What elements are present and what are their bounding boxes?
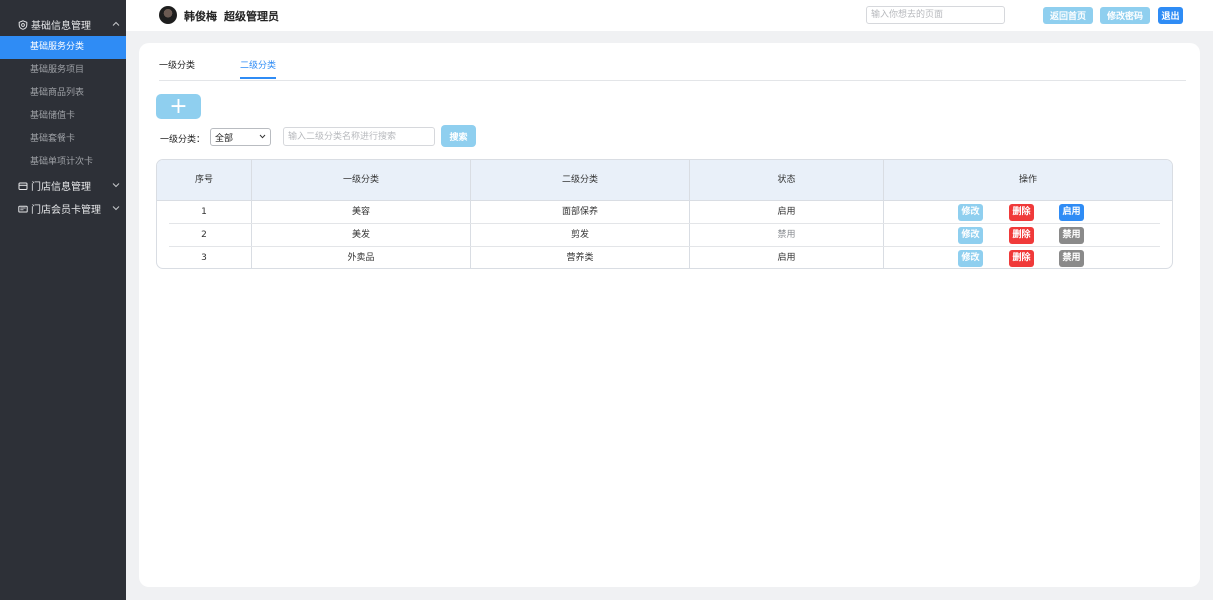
chevron-down-icon: [106, 181, 126, 191]
menu-group-label: 门店信息管理: [31, 182, 91, 193]
sidebar-item-product-list[interactable]: 基础商品列表: [0, 82, 126, 105]
cell-level2: 剪发: [471, 224, 690, 247]
edit-button[interactable]: 修改: [958, 227, 983, 244]
cell-actions: 修改 删除 禁用: [884, 224, 1172, 247]
cell-level2: 面部保养: [471, 201, 690, 224]
sidebar-item-service-project[interactable]: 基础服务项目: [0, 59, 126, 82]
cell-actions: 修改 删除 禁用: [884, 247, 1172, 268]
table-row: 2 美发 剪发 禁用 修改 删除 禁用: [157, 224, 1172, 247]
cell-index: 2: [157, 224, 252, 247]
delete-button[interactable]: 删除: [1009, 227, 1034, 244]
add-button[interactable]: +: [156, 94, 201, 119]
store-icon: [18, 181, 28, 191]
sidebar-item-stored-value-card[interactable]: 基础储值卡: [0, 105, 126, 128]
cell-level1: 美发: [252, 224, 471, 247]
sidebar: 基础信息管理 基础服务分类 基础服务项目 基础商品列表 基础储值卡 基础套餐卡 …: [0, 0, 126, 600]
user-role: 超级管理员: [224, 10, 279, 23]
menu-group-store-info[interactable]: 门店信息管理: [0, 174, 126, 197]
cell-index: 3: [157, 247, 252, 268]
level1-filter-label: 一级分类：: [160, 135, 206, 145]
toggle-status-button[interactable]: 禁用: [1059, 250, 1084, 267]
cell-status: 启用: [690, 247, 884, 268]
tab-level1-category[interactable]: 一级分类: [159, 58, 195, 77]
top-header: 韩俊梅 超级管理员 返回首页 修改密码 退出: [126, 0, 1213, 31]
column-header-level2: 二级分类: [471, 160, 690, 201]
sidebar-item-service-category[interactable]: 基础服务分类: [0, 36, 126, 59]
table-row: 3 外卖品 营养类 启用 修改 删除 禁用: [157, 247, 1172, 268]
delete-button[interactable]: 删除: [1009, 204, 1034, 221]
toggle-status-button[interactable]: 禁用: [1059, 227, 1084, 244]
toggle-status-button[interactable]: 启用: [1059, 204, 1084, 221]
cell-level2: 营养类: [471, 247, 690, 268]
logout-button[interactable]: 退出: [1158, 7, 1183, 24]
user-name: 韩俊梅: [184, 10, 217, 23]
column-header-index: 序号: [157, 160, 252, 201]
column-header-status: 状态: [690, 160, 884, 201]
table-row: 1 美容 面部保养 启用 修改 删除 启用: [157, 201, 1172, 224]
avatar[interactable]: [159, 6, 177, 24]
menu-group-label: 基础信息管理: [31, 21, 91, 32]
main-card: 一级分类 二级分类 + 一级分类： 全部 搜索 序号 一级分类 二级分类 状态 …: [139, 43, 1200, 587]
search-button[interactable]: 搜索: [441, 125, 476, 147]
cell-status: 启用: [690, 201, 884, 224]
page-search-input[interactable]: [866, 6, 1005, 24]
menu-group-label: 门店会员卡管理: [31, 205, 101, 216]
tab-level2-category[interactable]: 二级分类: [240, 58, 277, 79]
sidebar-item-single-count-card[interactable]: 基础单项计次卡: [0, 151, 126, 174]
sidebar-item-package-card[interactable]: 基础套餐卡: [0, 128, 126, 151]
chevron-up-icon: [106, 20, 126, 30]
menu-group-basic-info[interactable]: 基础信息管理: [0, 13, 126, 36]
shield-gear-icon: [18, 19, 28, 30]
delete-button[interactable]: 删除: [1009, 250, 1034, 267]
category-table: 序号 一级分类 二级分类 状态 操作 1 美容 面部保养 启用 修改 删除 启用…: [156, 159, 1173, 269]
back-home-button[interactable]: 返回首页: [1043, 7, 1093, 24]
cell-level1: 外卖品: [252, 247, 471, 268]
menu-group-member-card[interactable]: 门店会员卡管理: [0, 197, 126, 220]
cell-index: 1: [157, 201, 252, 224]
card-icon: [18, 204, 28, 214]
edit-button[interactable]: 修改: [958, 204, 983, 221]
select-value: 全部: [215, 133, 234, 144]
category-tabs: 一级分类 二级分类: [159, 43, 1186, 81]
edit-button[interactable]: 修改: [958, 250, 983, 267]
chevron-down-icon: [106, 204, 126, 214]
column-header-level1: 一级分类: [252, 160, 471, 201]
level2-search-input[interactable]: [283, 127, 435, 146]
change-password-button[interactable]: 修改密码: [1100, 7, 1150, 24]
table-header: 序号 一级分类 二级分类 状态 操作: [157, 160, 1172, 201]
cell-level1: 美容: [252, 201, 471, 224]
level1-category-select[interactable]: 全部: [210, 128, 271, 146]
column-header-actions: 操作: [1018, 175, 1037, 185]
cell-actions: 修改 删除 启用: [884, 201, 1172, 224]
cell-status: 禁用: [690, 224, 884, 247]
chevron-down-icon: [259, 133, 266, 141]
